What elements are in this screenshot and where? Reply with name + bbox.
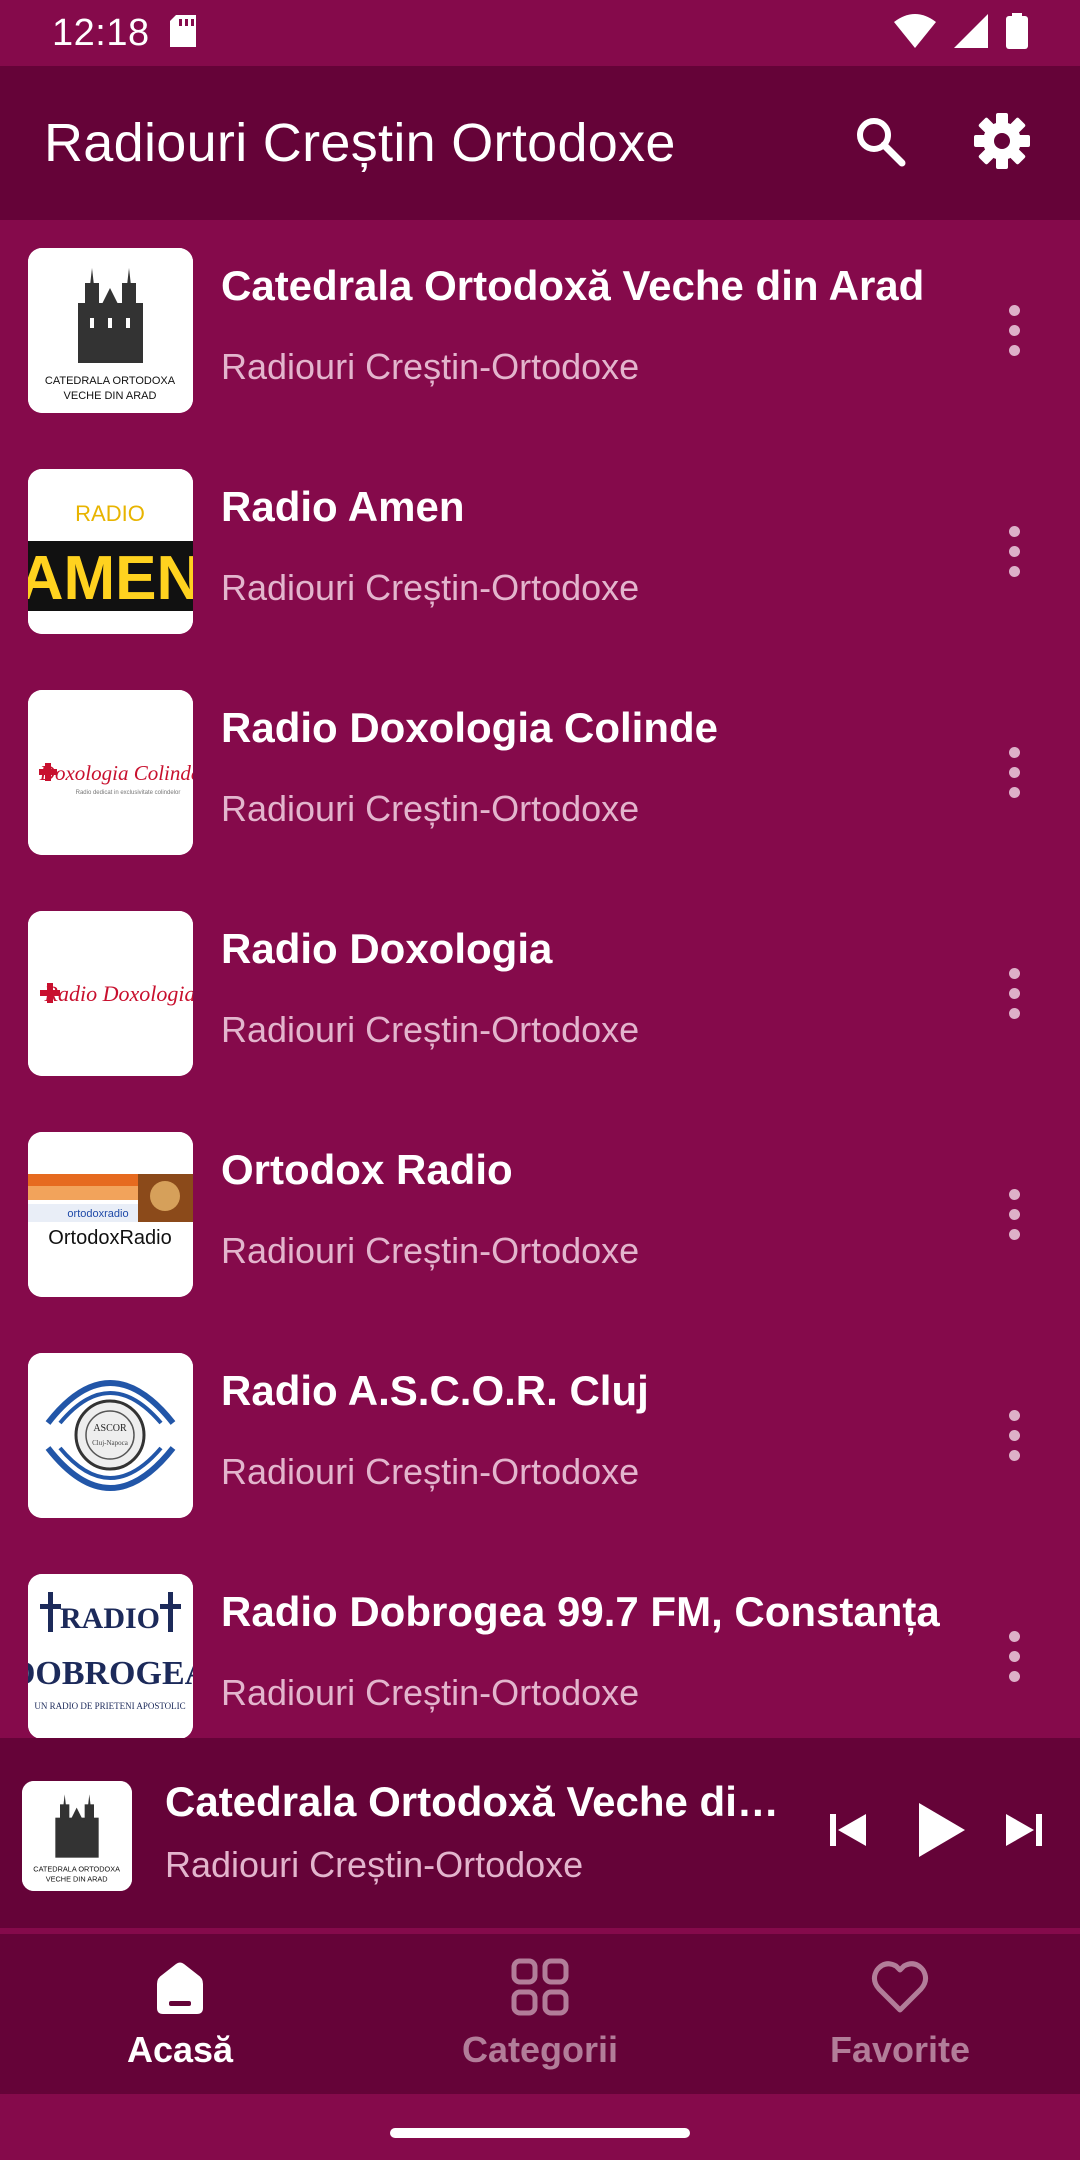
station-title: Ortodox Radio [221, 1146, 513, 1193]
sd-card-icon [169, 14, 196, 52]
skip-next-icon [1004, 1810, 1044, 1855]
search-icon [854, 115, 906, 172]
search-button[interactable] [836, 99, 924, 187]
nav-categories-label: Categorii [461, 2029, 619, 2070]
status-bar: 12:18 [0, 0, 1080, 66]
station-logo: RADIO AMEN [28, 469, 193, 634]
station-item-radio-amen[interactable]: RADIO AMEN Radio Amen Radiouri Creștin-O… [0, 441, 1080, 662]
more-vert-icon [1008, 1188, 1020, 1200]
bottom-navigation: Acasă Categorii Favorite [0, 1934, 1080, 2094]
home-icon [149, 1956, 211, 2023]
battery-icon [1006, 12, 1028, 54]
nav-categories[interactable]: Categorii [360, 1934, 720, 2094]
gear-icon [973, 112, 1031, 175]
station-item-ascor-cluj[interactable]: ASCOR Cluj-Napoca Radio A.S.C.O.R. Cluj … [0, 1325, 1080, 1546]
station-item-radio-dobrogea[interactable]: RADIO DOBROGEA UN RADIO DE PRIETENI APOS… [0, 1546, 1080, 1738]
station-logo: ASCOR Cluj-Napoca [28, 1353, 193, 1518]
nav-home[interactable]: Acasă [0, 1934, 360, 2094]
svg-text:VECHE DIN ARAD: VECHE DIN ARAD [46, 1875, 108, 1884]
station-title: Radio A.S.C.O.R. Cluj [221, 1367, 649, 1414]
more-vert-icon [1008, 525, 1020, 537]
status-time: 12:18 [52, 11, 150, 54]
station-title: Radio Doxologia [221, 925, 553, 972]
heart-icon [869, 1956, 931, 2023]
app-title: Radiouri Creștin Ortodoxe [44, 113, 676, 173]
svg-text:AMEN: AMEN [28, 544, 193, 613]
signal-icon [954, 13, 988, 53]
station-logo: Radio Doxologia [28, 911, 193, 1076]
svg-text:RADIO: RADIO [75, 501, 145, 526]
station-item-doxologia-colinde[interactable]: Doxologia Colinde Radio dedicat in exclu… [0, 662, 1080, 883]
more-options-button[interactable] [990, 1395, 1038, 1475]
station-title: Radio Doxologia Colinde [221, 704, 719, 751]
station-logo: CATEDRALA ORTODOXA VECHE DIN ARAD [28, 248, 193, 413]
now-playing-title: Catedrala Ortodoxă Veche din Arad [165, 1778, 795, 1825]
gesture-bar[interactable] [390, 2128, 690, 2138]
station-category: Radiouri Creștin-Ortodoxe [221, 1451, 640, 1492]
more-vert-icon [1008, 1409, 1020, 1421]
more-options-button[interactable] [990, 732, 1038, 812]
svg-text:Radio Doxologia: Radio Doxologia [44, 981, 193, 1006]
more-vert-icon [1008, 967, 1020, 979]
more-vert-icon [1008, 304, 1020, 316]
svg-text:UN RADIO DE PRIETENI APOSTOLIC: UN RADIO DE PRIETENI APOSTOLIC [34, 1701, 185, 1711]
more-options-button[interactable] [990, 290, 1038, 370]
station-category: Radiouri Creștin-Ortodoxe [221, 1230, 640, 1271]
app-bar: Radiouri Creștin Ortodoxe [0, 66, 1080, 220]
play-button[interactable] [906, 1796, 976, 1868]
svg-text:DOBROGEA: DOBROGEA [28, 1655, 193, 1692]
station-logo: Doxologia Colinde Radio dedicat in exclu… [28, 690, 193, 855]
more-vert-icon [1008, 746, 1020, 758]
svg-text:CATEDRALA ORTODOXA: CATEDRALA ORTODOXA [45, 375, 176, 387]
station-logo: RADIO DOBROGEA UN RADIO DE PRIETENI APOS… [28, 1574, 193, 1738]
svg-text:Radio dedicat in exclusivitate: Radio dedicat in exclusivitate colindelo… [76, 790, 181, 796]
previous-button[interactable] [820, 1804, 876, 1860]
svg-text:OrtodoxRadio: OrtodoxRadio [48, 1227, 171, 1249]
play-icon [915, 1801, 967, 1864]
station-category: Radiouri Creștin-Ortodoxe [221, 1009, 640, 1050]
now-playing-category: Radiouri Creștin-Ortodoxe [165, 1844, 584, 1885]
mini-player[interactable]: CATEDRALA ORTODOXA VECHE DIN ARAD Catedr… [0, 1738, 1080, 1928]
svg-text:ASCOR: ASCOR [93, 1423, 127, 1434]
wifi-icon [894, 13, 936, 53]
nav-favorites[interactable]: Favorite [720, 1934, 1080, 2094]
svg-text:CATEDRALA ORTODOXA: CATEDRALA ORTODOXA [33, 1865, 120, 1874]
settings-button[interactable] [958, 99, 1046, 187]
grid-icon [509, 1956, 571, 2023]
skip-previous-icon [828, 1810, 868, 1855]
station-title: Catedrala Ortodoxă Veche din Arad [221, 262, 925, 309]
svg-text:VECHE DIN ARAD: VECHE DIN ARAD [64, 390, 157, 402]
now-playing-logo: CATEDRALA ORTODOXA VECHE DIN ARAD [22, 1781, 132, 1891]
station-category: Radiouri Creștin-Ortodoxe [221, 1672, 640, 1713]
station-category: Radiouri Creștin-Ortodoxe [221, 346, 640, 387]
more-vert-icon [1008, 1630, 1020, 1642]
station-item-ortodox-radio[interactable]: ortodoxradio OrtodoxRadio Ortodox Radio … [0, 1104, 1080, 1325]
svg-text:ortodoxradio: ortodoxradio [67, 1208, 128, 1220]
station-item-catedrala-arad[interactable]: CATEDRALA ORTODOXA VECHE DIN ARAD Catedr… [0, 220, 1080, 441]
station-title: Radio Dobrogea 99.7 FM, Constanța [221, 1588, 940, 1635]
more-options-button[interactable] [990, 953, 1038, 1033]
station-logo: ortodoxradio OrtodoxRadio [28, 1132, 193, 1297]
svg-text:RADIO: RADIO [60, 1602, 160, 1635]
station-title: Radio Amen [221, 483, 465, 530]
station-category: Radiouri Creștin-Ortodoxe [221, 788, 640, 829]
next-button[interactable] [996, 1804, 1052, 1860]
more-options-button[interactable] [990, 511, 1038, 591]
station-category: Radiouri Creștin-Ortodoxe [221, 567, 640, 608]
svg-text:Doxologia Colinde: Doxologia Colinde [39, 761, 193, 785]
station-item-doxologia[interactable]: Radio Doxologia Radio Doxologia Radiouri… [0, 883, 1080, 1104]
more-options-button[interactable] [990, 1616, 1038, 1696]
nav-home-label: Acasă [126, 2029, 234, 2070]
station-list[interactable]: CATEDRALA ORTODOXA VECHE DIN ARAD Catedr… [0, 220, 1080, 1738]
more-options-button[interactable] [990, 1174, 1038, 1254]
nav-favorites-label: Favorite [829, 2029, 971, 2070]
svg-text:Cluj-Napoca: Cluj-Napoca [92, 1439, 129, 1447]
